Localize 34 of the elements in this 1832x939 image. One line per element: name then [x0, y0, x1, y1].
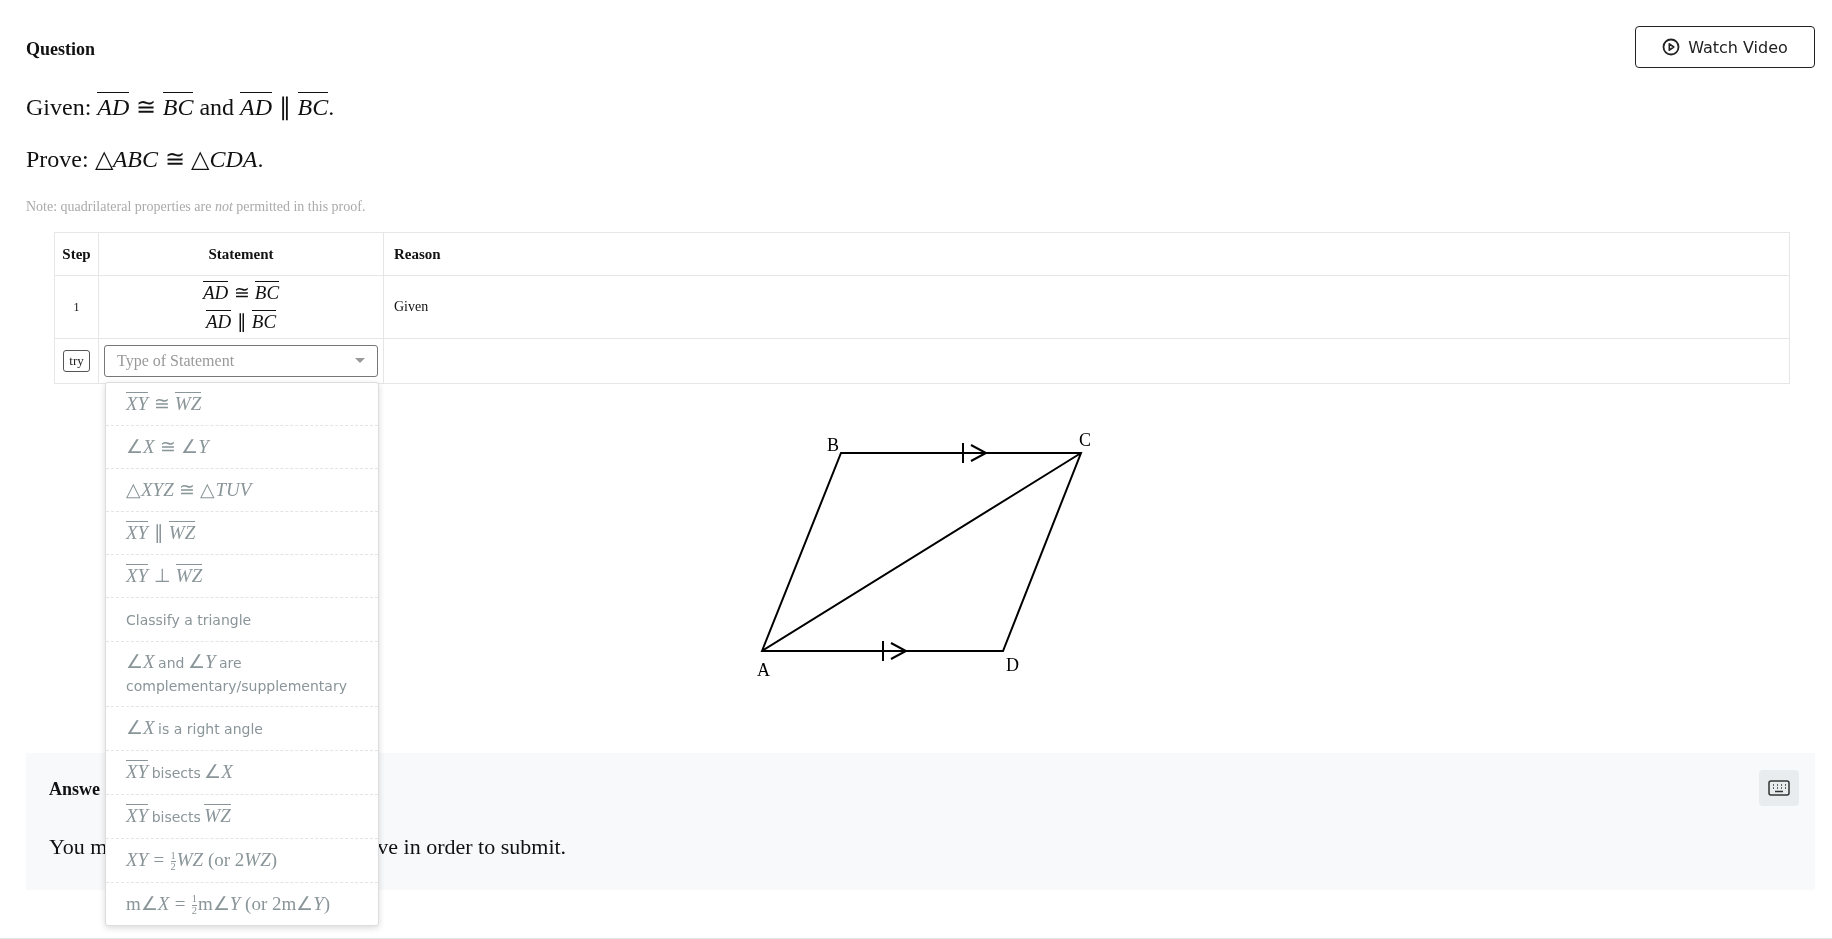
vertex-label: A	[756, 660, 770, 680]
statement-type-option[interactable]: ∠X is a right angle	[106, 707, 378, 751]
answer-heading: Answe	[49, 779, 100, 800]
statement-type-option[interactable]: ∠X and ∠Y are complementary/supplementary	[106, 642, 378, 707]
prove-statement: Prove: △ABC ≅ △CDA.	[26, 145, 265, 173]
question-heading: Question	[26, 38, 95, 60]
statement-type-option[interactable]: XY ≅ WZ	[106, 383, 378, 426]
statement-type-option[interactable]: XY bisects ∠X	[106, 751, 378, 795]
play-icon	[1662, 38, 1681, 56]
column-header: Step	[62, 245, 91, 263]
keyboard-button[interactable]	[1759, 770, 1799, 806]
step-number: 1	[73, 299, 80, 315]
statement-type-option[interactable]: ∠X ≅ ∠Y	[106, 426, 378, 469]
statement-type-option[interactable]: △XYZ ≅ △TUV	[106, 469, 378, 512]
caret-icon	[355, 358, 365, 364]
vertex-label: D	[1005, 655, 1019, 675]
vertex-label: B	[826, 435, 839, 455]
statement-type-option[interactable]: XY ⊥ WZ	[106, 555, 378, 598]
statement-type-option[interactable]: Classify a triangle	[106, 598, 378, 642]
try-button[interactable]: try	[63, 350, 90, 372]
vertex-label: C	[1078, 430, 1091, 450]
given-statement: Given: AD ≅ BC and AD ∥ BC.	[26, 92, 336, 121]
statement-type-select[interactable]: Type of Statement	[104, 345, 378, 377]
statement-line: AD ∥ BC	[205, 310, 277, 333]
column-header: Reason	[394, 245, 441, 263]
statement-type-option[interactable]: XY ∥ WZ	[106, 512, 378, 555]
watch-video-button[interactable]: Watch Video	[1635, 26, 1815, 68]
statement-type-option[interactable]: XY bisects WZ	[106, 795, 378, 839]
keyboard-icon	[1768, 780, 1790, 796]
column-header: Statement	[208, 245, 274, 263]
reason-text: Given	[394, 299, 429, 315]
submit-message: ve in order to submit.	[377, 834, 567, 860]
statement-line: AD ≅ BC	[202, 281, 280, 304]
note-text: Note: quadrilateral properties are not permitted in this proof.	[26, 199, 367, 215]
